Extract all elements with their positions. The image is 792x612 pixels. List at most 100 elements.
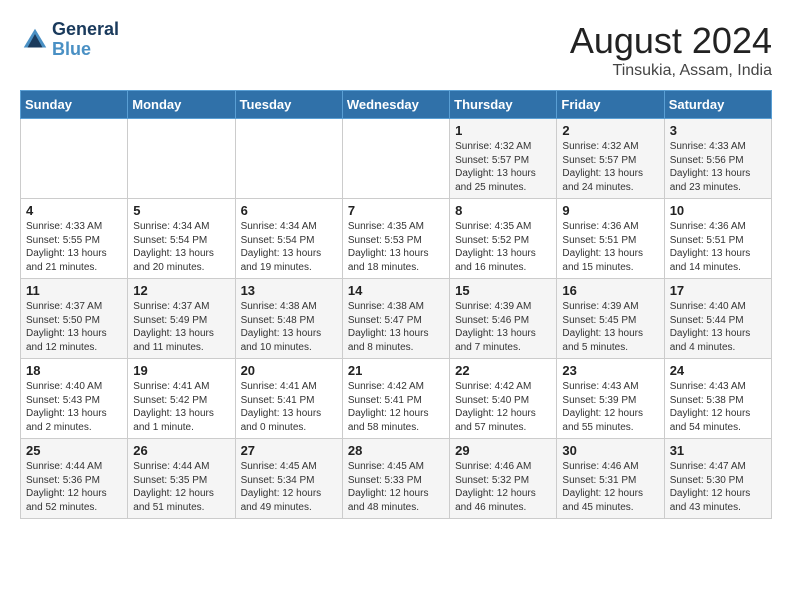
day-info: Sunrise: 4:46 AM Sunset: 5:32 PM Dayligh… [455,460,551,514]
day-info: Sunrise: 4:36 AM Sunset: 5:51 PM Dayligh… [670,220,766,274]
calendar-cell: 27 Sunrise: 4:45 AM Sunset: 5:34 PM Dayli… [235,439,342,519]
calendar-cell: 18Sunrise: 4:40 AM Sunset: 5:43 PM Dayli… [21,359,128,439]
calendar-week-4: 18Sunrise: 4:40 AM Sunset: 5:43 PM Dayli… [21,359,772,439]
day-number: 19 [133,363,229,378]
day-info: Sunrise: 4:46 AM Sunset: 5:31 PM Dayligh… [562,460,658,514]
calendar-week-2: 4Sunrise: 4:33 AM Sunset: 5:55 PM Daylig… [21,199,772,279]
day-info: Sunrise: 4:47 AM Sunset: 5:30 PM Dayligh… [670,460,766,514]
calendar-cell: 25Sunrise: 4:44 AM Sunset: 5:36 PM Dayli… [21,439,128,519]
day-info: Sunrise: 4:34 AM Sunset: 5:54 PM Dayligh… [241,220,337,274]
calendar-cell: 26Sunrise: 4:44 AM Sunset: 5:35 PM Dayli… [128,439,235,519]
calendar-cell: 10 Sunrise: 4:36 AM Sunset: 5:51 PM Dayli… [664,199,771,279]
day-number: 27 [241,443,337,458]
calendar-week-1: 1 Sunrise: 4:32 AM Sunset: 5:57 PM Daylig… [21,119,772,199]
calendar-cell: 28Sunrise: 4:45 AM Sunset: 5:33 PM Dayli… [342,439,449,519]
day-info: Sunrise: 4:42 AM Sunset: 5:41 PM Dayligh… [348,380,444,434]
day-info: Sunrise: 4:42 AM Sunset: 5:40 PM Dayligh… [455,380,551,434]
day-info: Sunrise: 4:39 AM Sunset: 5:46 PM Dayligh… [455,300,551,354]
header-cell-sunday: Sunday [21,91,128,119]
page-title: August 2024 [570,20,772,62]
calendar-cell: 19 Sunrise: 4:41 AM Sunset: 5:42 PM Dayli… [128,359,235,439]
calendar-header: SundayMondayTuesdayWednesdayThursdayFrid… [21,91,772,119]
day-number: 23 [562,363,658,378]
header-row: SundayMondayTuesdayWednesdayThursdayFrid… [21,91,772,119]
day-info: Sunrise: 4:32 AM Sunset: 5:57 PM Dayligh… [562,140,658,194]
day-number: 6 [241,203,337,218]
calendar-cell: 23 Sunrise: 4:43 AM Sunset: 5:39 PM Dayli… [557,359,664,439]
day-info: Sunrise: 4:41 AM Sunset: 5:41 PM Dayligh… [241,380,337,434]
day-info: Sunrise: 4:38 AM Sunset: 5:47 PM Dayligh… [348,300,444,354]
day-info: Sunrise: 4:37 AM Sunset: 5:50 PM Dayligh… [26,300,122,354]
calendar-cell: 30 Sunrise: 4:46 AM Sunset: 5:31 PM Dayli… [557,439,664,519]
day-info: Sunrise: 4:37 AM Sunset: 5:49 PM Dayligh… [133,300,229,354]
day-number: 5 [133,203,229,218]
day-info: Sunrise: 4:36 AM Sunset: 5:51 PM Dayligh… [562,220,658,274]
calendar-cell [21,119,128,199]
day-info: Sunrise: 4:32 AM Sunset: 5:57 PM Dayligh… [455,140,551,194]
day-info: Sunrise: 4:40 AM Sunset: 5:43 PM Dayligh… [26,380,122,434]
logo-icon [20,25,50,55]
day-number: 3 [670,123,766,138]
page-subtitle: Tinsukia, Assam, India [570,62,772,80]
day-number: 30 [562,443,658,458]
calendar-cell: 24 Sunrise: 4:43 AM Sunset: 5:38 PM Dayli… [664,359,771,439]
calendar-cell: 17 Sunrise: 4:40 AM Sunset: 5:44 PM Dayli… [664,279,771,359]
calendar-cell: 6 Sunrise: 4:34 AM Sunset: 5:54 PM Daylig… [235,199,342,279]
day-number: 11 [26,283,122,298]
day-number: 10 [670,203,766,218]
day-info: Sunrise: 4:45 AM Sunset: 5:34 PM Dayligh… [241,460,337,514]
calendar-cell: 16 Sunrise: 4:39 AM Sunset: 5:45 PM Dayli… [557,279,664,359]
header-cell-wednesday: Wednesday [342,91,449,119]
calendar-cell: 1 Sunrise: 4:32 AM Sunset: 5:57 PM Daylig… [450,119,557,199]
day-number: 9 [562,203,658,218]
calendar-table: SundayMondayTuesdayWednesdayThursdayFrid… [20,90,772,519]
day-info: Sunrise: 4:41 AM Sunset: 5:42 PM Dayligh… [133,380,229,434]
title-block: August 2024 Tinsukia, Assam, India [570,20,772,80]
day-number: 17 [670,283,766,298]
calendar-cell [235,119,342,199]
day-number: 22 [455,363,551,378]
day-info: Sunrise: 4:44 AM Sunset: 5:35 PM Dayligh… [133,460,229,514]
calendar-cell: 4Sunrise: 4:33 AM Sunset: 5:55 PM Daylig… [21,199,128,279]
day-info: Sunrise: 4:39 AM Sunset: 5:45 PM Dayligh… [562,300,658,354]
day-info: Sunrise: 4:35 AM Sunset: 5:52 PM Dayligh… [455,220,551,274]
calendar-cell: 29 Sunrise: 4:46 AM Sunset: 5:32 PM Dayli… [450,439,557,519]
calendar-cell: 14Sunrise: 4:38 AM Sunset: 5:47 PM Dayli… [342,279,449,359]
day-info: Sunrise: 4:33 AM Sunset: 5:55 PM Dayligh… [26,220,122,274]
day-number: 20 [241,363,337,378]
day-number: 7 [348,203,444,218]
calendar-week-3: 11 Sunrise: 4:37 AM Sunset: 5:50 PM Dayli… [21,279,772,359]
calendar-cell: 3Sunrise: 4:33 AM Sunset: 5:56 PM Daylig… [664,119,771,199]
calendar-cell: 2 Sunrise: 4:32 AM Sunset: 5:57 PM Daylig… [557,119,664,199]
calendar-cell: 20 Sunrise: 4:41 AM Sunset: 5:41 PM Dayli… [235,359,342,439]
day-info: Sunrise: 4:35 AM Sunset: 5:53 PM Dayligh… [348,220,444,274]
calendar-cell: 9 Sunrise: 4:36 AM Sunset: 5:51 PM Daylig… [557,199,664,279]
day-number: 15 [455,283,551,298]
day-info: Sunrise: 4:44 AM Sunset: 5:36 PM Dayligh… [26,460,122,514]
day-number: 24 [670,363,766,378]
header-cell-saturday: Saturday [664,91,771,119]
header-cell-tuesday: Tuesday [235,91,342,119]
calendar-cell: 5Sunrise: 4:34 AM Sunset: 5:54 PM Daylig… [128,199,235,279]
day-number: 16 [562,283,658,298]
day-info: Sunrise: 4:43 AM Sunset: 5:39 PM Dayligh… [562,380,658,434]
day-number: 12 [133,283,229,298]
day-number: 2 [562,123,658,138]
logo-text: General Blue [52,20,119,60]
day-number: 29 [455,443,551,458]
day-number: 8 [455,203,551,218]
header-cell-monday: Monday [128,91,235,119]
logo: General Blue [20,20,119,60]
day-info: Sunrise: 4:38 AM Sunset: 5:48 PM Dayligh… [241,300,337,354]
calendar-cell: 13Sunrise: 4:38 AM Sunset: 5:48 PM Dayli… [235,279,342,359]
day-info: Sunrise: 4:43 AM Sunset: 5:38 PM Dayligh… [670,380,766,434]
day-number: 1 [455,123,551,138]
day-info: Sunrise: 4:45 AM Sunset: 5:33 PM Dayligh… [348,460,444,514]
day-info: Sunrise: 4:40 AM Sunset: 5:44 PM Dayligh… [670,300,766,354]
calendar-cell [342,119,449,199]
calendar-body: 1 Sunrise: 4:32 AM Sunset: 5:57 PM Daylig… [21,119,772,519]
calendar-cell [128,119,235,199]
page-header: General Blue August 2024 Tinsukia, Assam… [20,20,772,80]
calendar-cell: 12 Sunrise: 4:37 AM Sunset: 5:49 PM Dayli… [128,279,235,359]
calendar-cell: 31Sunrise: 4:47 AM Sunset: 5:30 PM Dayli… [664,439,771,519]
